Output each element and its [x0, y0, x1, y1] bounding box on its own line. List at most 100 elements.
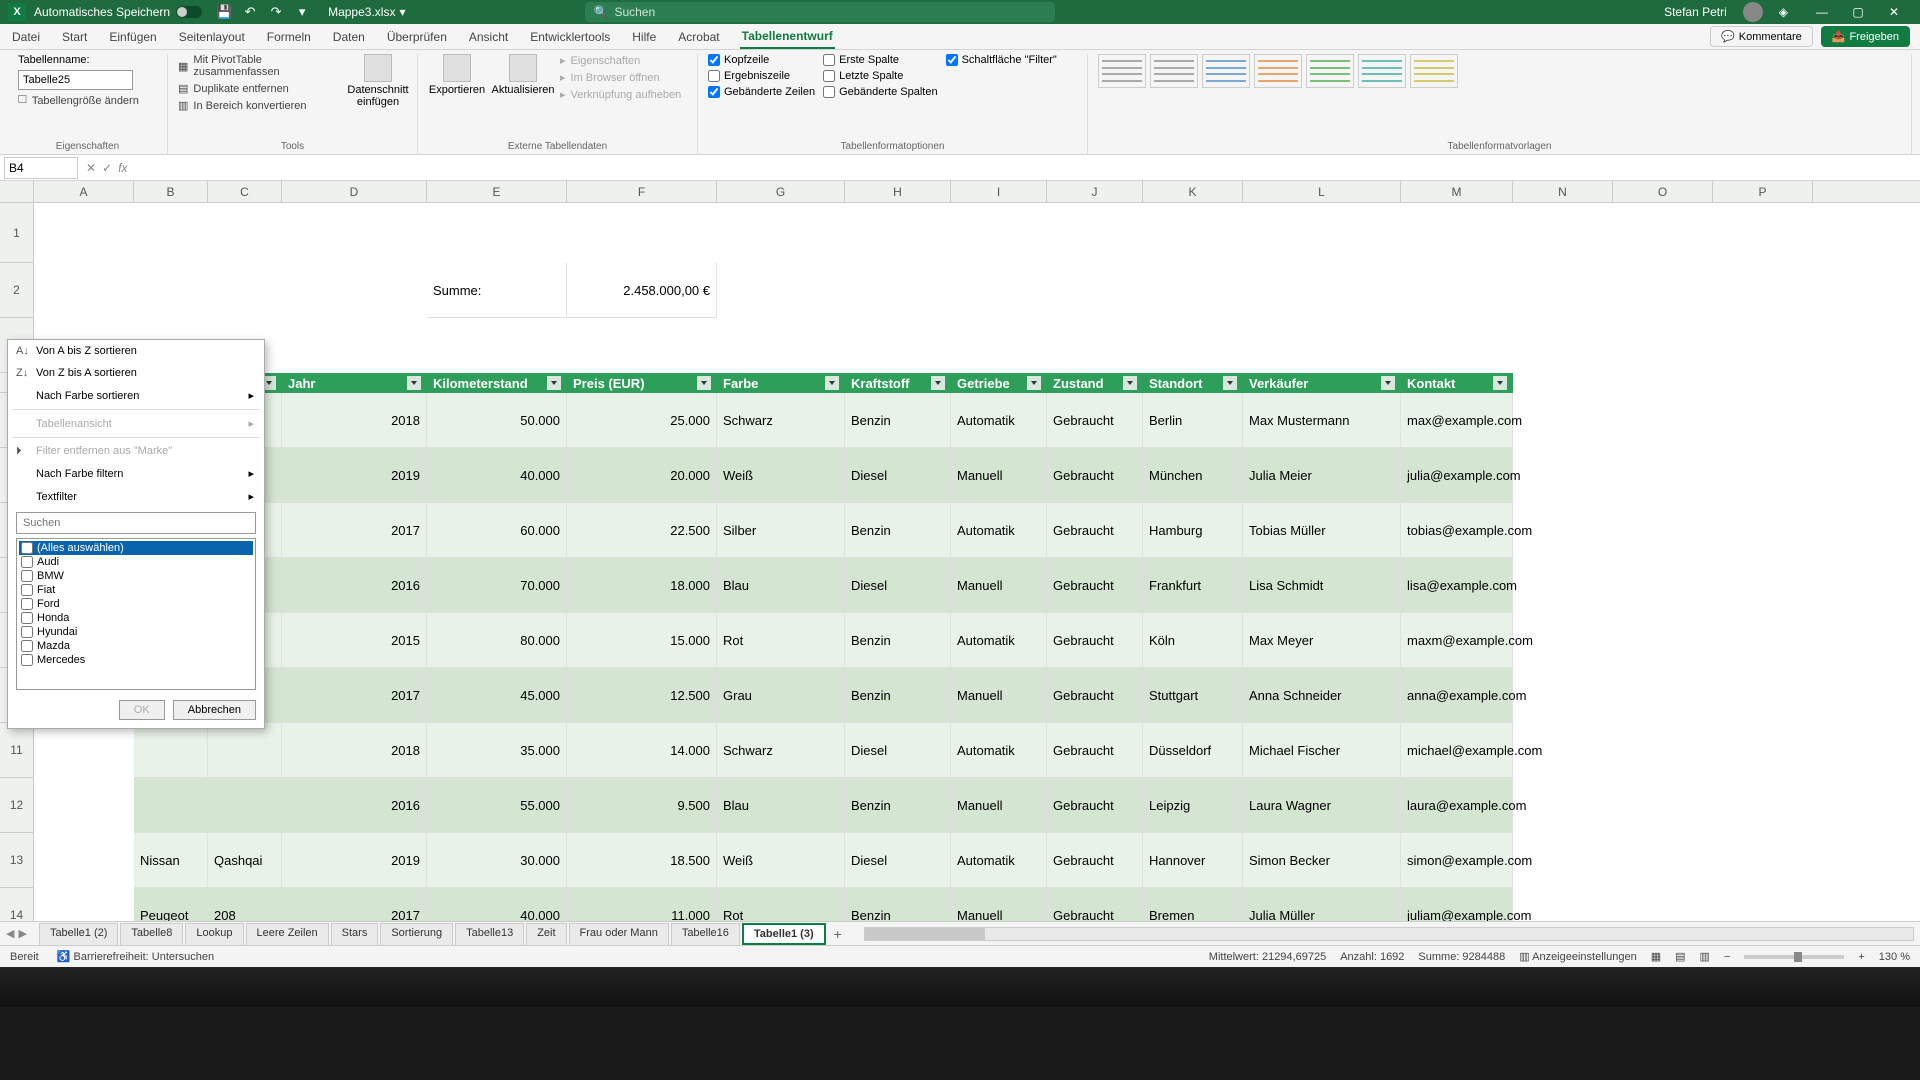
opt-total[interactable]: Ergebniszeile	[708, 70, 815, 82]
view-pagelayout-icon[interactable]: ▤	[1675, 950, 1685, 963]
col-header[interactable]: H	[845, 181, 951, 202]
col-header[interactable]: E	[427, 181, 567, 202]
col-header[interactable]: J	[1047, 181, 1143, 202]
cell[interactable]: Summe:	[427, 263, 567, 318]
table-header-cell[interactable]: Standort	[1143, 373, 1243, 393]
cell[interactable]: 2018	[282, 393, 427, 448]
filter-dropdown-icon[interactable]	[1381, 376, 1395, 390]
cell[interactable]: Leipzig	[1143, 778, 1243, 833]
cell[interactable]: Max Meyer	[1243, 613, 1401, 668]
undo-icon[interactable]: ↶	[242, 4, 258, 20]
cell[interactable]: 2019	[282, 448, 427, 503]
col-header[interactable]: O	[1613, 181, 1713, 202]
cell[interactable]: 40.000	[427, 448, 567, 503]
cell[interactable]: 35.000	[427, 723, 567, 778]
save-icon[interactable]: 💾	[216, 4, 232, 20]
cell[interactable]: Berlin	[1143, 393, 1243, 448]
cell[interactable]: 55.000	[427, 778, 567, 833]
cell[interactable]: Rot	[717, 888, 845, 921]
tab-datei[interactable]: Datei	[10, 26, 42, 48]
cell[interactable]: München	[1143, 448, 1243, 503]
col-header[interactable]: B	[134, 181, 208, 202]
cell[interactable]: Nissan	[134, 833, 208, 888]
cell[interactable]: Gebraucht	[1047, 503, 1143, 558]
tab-start[interactable]: Start	[60, 26, 89, 48]
select-all-corner[interactable]	[0, 181, 34, 203]
cell[interactable]: Benzin	[845, 613, 951, 668]
cell[interactable]: Gebraucht	[1047, 448, 1143, 503]
sheet-tab[interactable]: Tabelle13	[455, 923, 524, 945]
cancel-icon[interactable]: ✕	[86, 161, 96, 175]
cell[interactable]: Gebraucht	[1047, 668, 1143, 723]
cell[interactable]: Manuell	[951, 448, 1047, 503]
cell[interactable]: Köln	[1143, 613, 1243, 668]
share-button[interactable]: 📤 Freigeben	[1821, 26, 1910, 47]
table-header-cell[interactable]: Getriebe	[951, 373, 1047, 393]
cell[interactable]: 25.000	[567, 393, 717, 448]
col-header[interactable]: F	[567, 181, 717, 202]
table-header-cell[interactable]: Jahr	[282, 373, 427, 393]
view-normal-icon[interactable]: ▦	[1651, 950, 1661, 963]
filter-dropdown-icon[interactable]	[1223, 376, 1237, 390]
cell[interactable]: Qashqai	[208, 833, 282, 888]
filter-search-input[interactable]	[16, 512, 256, 534]
cell[interactable]: 15.000	[567, 613, 717, 668]
comments-button[interactable]: 💬 Kommentare	[1710, 26, 1813, 47]
toggle-icon[interactable]	[176, 6, 202, 18]
sort-color[interactable]: Nach Farbe sortieren▸	[8, 384, 264, 407]
sheet-tab[interactable]: Lookup	[185, 923, 243, 945]
autosave-toggle[interactable]: Automatisches Speichern	[34, 5, 202, 19]
sheet-tab[interactable]: Leere Zeilen	[246, 923, 329, 945]
style-sw[interactable]	[1150, 54, 1198, 88]
cell[interactable]: Julia Meier	[1243, 448, 1401, 503]
row-header[interactable]: 2	[0, 263, 34, 318]
formula-input[interactable]	[135, 157, 1920, 179]
filter-dropdown-icon[interactable]	[407, 376, 421, 390]
style-sw[interactable]	[1306, 54, 1354, 88]
slicer-button[interactable]: Datenschnitt einfügen	[349, 54, 407, 108]
cell[interactable]: lisa@example.com	[1401, 558, 1513, 613]
table-header-cell[interactable]: Kontakt	[1401, 373, 1513, 393]
filter-ok-button[interactable]: OK	[119, 700, 165, 720]
cell[interactable]: 14.000	[567, 723, 717, 778]
tab-ansicht[interactable]: Ansicht	[467, 26, 510, 48]
col-header[interactable]: A	[34, 181, 134, 202]
cell[interactable]: Diesel	[845, 723, 951, 778]
cell[interactable]: 2017	[282, 503, 427, 558]
cell[interactable]: Benzin	[845, 668, 951, 723]
grid[interactable]: ABCDEFGHIJKLMNOP 1234567891011121314 Sum…	[0, 181, 1920, 921]
opt-banded-rows[interactable]: Gebänderte Zeilen	[708, 86, 815, 98]
filter-value-item[interactable]: Audi	[19, 555, 253, 569]
cell[interactable]: Gebraucht	[1047, 613, 1143, 668]
cell[interactable]: Automatik	[951, 503, 1047, 558]
filter-dropdown-icon[interactable]	[1123, 376, 1137, 390]
filter-cancel-button[interactable]: Abbrechen	[173, 700, 256, 720]
opt-banded-cols[interactable]: Gebänderte Spalten	[823, 86, 937, 98]
view-pagebreak-icon[interactable]: ▥	[1700, 950, 1710, 963]
table-header-cell[interactable]: Verkäufer	[1243, 373, 1401, 393]
cell[interactable]: Gebraucht	[1047, 723, 1143, 778]
cell[interactable]: 11.000	[567, 888, 717, 921]
fx-icon[interactable]: fx	[118, 161, 127, 175]
cell[interactable]: Manuell	[951, 558, 1047, 613]
cell[interactable]: Weiß	[717, 833, 845, 888]
cell[interactable]: 50.000	[427, 393, 567, 448]
refresh-button[interactable]: Aktualisieren	[494, 54, 552, 96]
cell[interactable]: 2015	[282, 613, 427, 668]
tab-daten[interactable]: Daten	[331, 26, 367, 48]
row-header[interactable]: 13	[0, 833, 34, 888]
tab-seitenlayout[interactable]: Seitenlayout	[177, 26, 247, 48]
row-header[interactable]: 1	[0, 203, 34, 263]
sheet-tab[interactable]: Tabelle1 (3)	[742, 923, 826, 945]
cell[interactable]: Lisa Schmidt	[1243, 558, 1401, 613]
cell[interactable]: 20.000	[567, 448, 717, 503]
zoom-level[interactable]: 130 %	[1879, 951, 1910, 963]
col-header[interactable]: C	[208, 181, 282, 202]
col-header[interactable]: D	[282, 181, 427, 202]
cell[interactable]: Automatik	[951, 723, 1047, 778]
qa-dropdown-icon[interactable]: ▾	[294, 4, 310, 20]
tab-hilfe[interactable]: Hilfe	[630, 26, 658, 48]
col-header[interactable]: N	[1513, 181, 1613, 202]
avatar[interactable]	[1743, 2, 1763, 22]
filter-values-list[interactable]: (Alles auswählen) AudiBMWFiatFordHondaHy…	[16, 538, 256, 690]
